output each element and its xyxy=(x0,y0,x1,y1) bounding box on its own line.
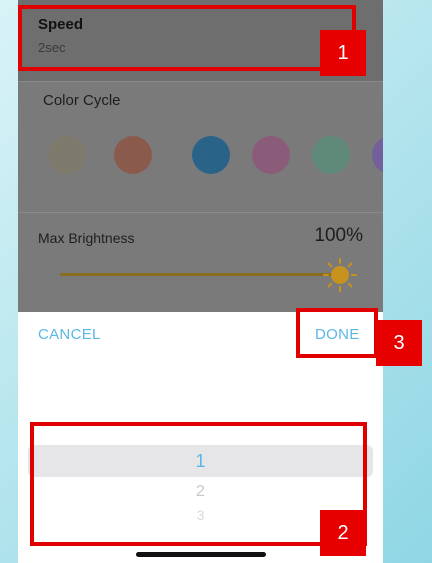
sun-icon[interactable] xyxy=(322,257,358,293)
color-swatch[interactable] xyxy=(252,136,290,174)
color-swatch[interactable] xyxy=(48,136,86,174)
color-swatch[interactable] xyxy=(312,136,350,174)
divider xyxy=(18,212,383,213)
annotation-badge-3: 3 xyxy=(376,320,422,366)
cancel-button[interactable]: CANCEL xyxy=(38,326,101,343)
color-swatches xyxy=(48,136,383,176)
annotation-badge-1: 1 xyxy=(320,30,366,76)
annotation-badge-2: 2 xyxy=(320,510,366,556)
color-swatch[interactable] xyxy=(192,136,230,174)
annotation-box-picker xyxy=(30,422,367,546)
annotation-box-done xyxy=(296,308,378,358)
max-brightness-title: Max Brightness xyxy=(38,230,135,246)
color-swatch[interactable] xyxy=(114,136,152,174)
annotation-box-speed xyxy=(18,5,356,71)
color-cycle-title: Color Cycle xyxy=(43,92,121,109)
brightness-slider-track[interactable] xyxy=(60,273,345,276)
color-swatch[interactable] xyxy=(372,136,383,174)
home-indicator xyxy=(136,552,266,557)
max-brightness-value: 100% xyxy=(314,225,363,246)
